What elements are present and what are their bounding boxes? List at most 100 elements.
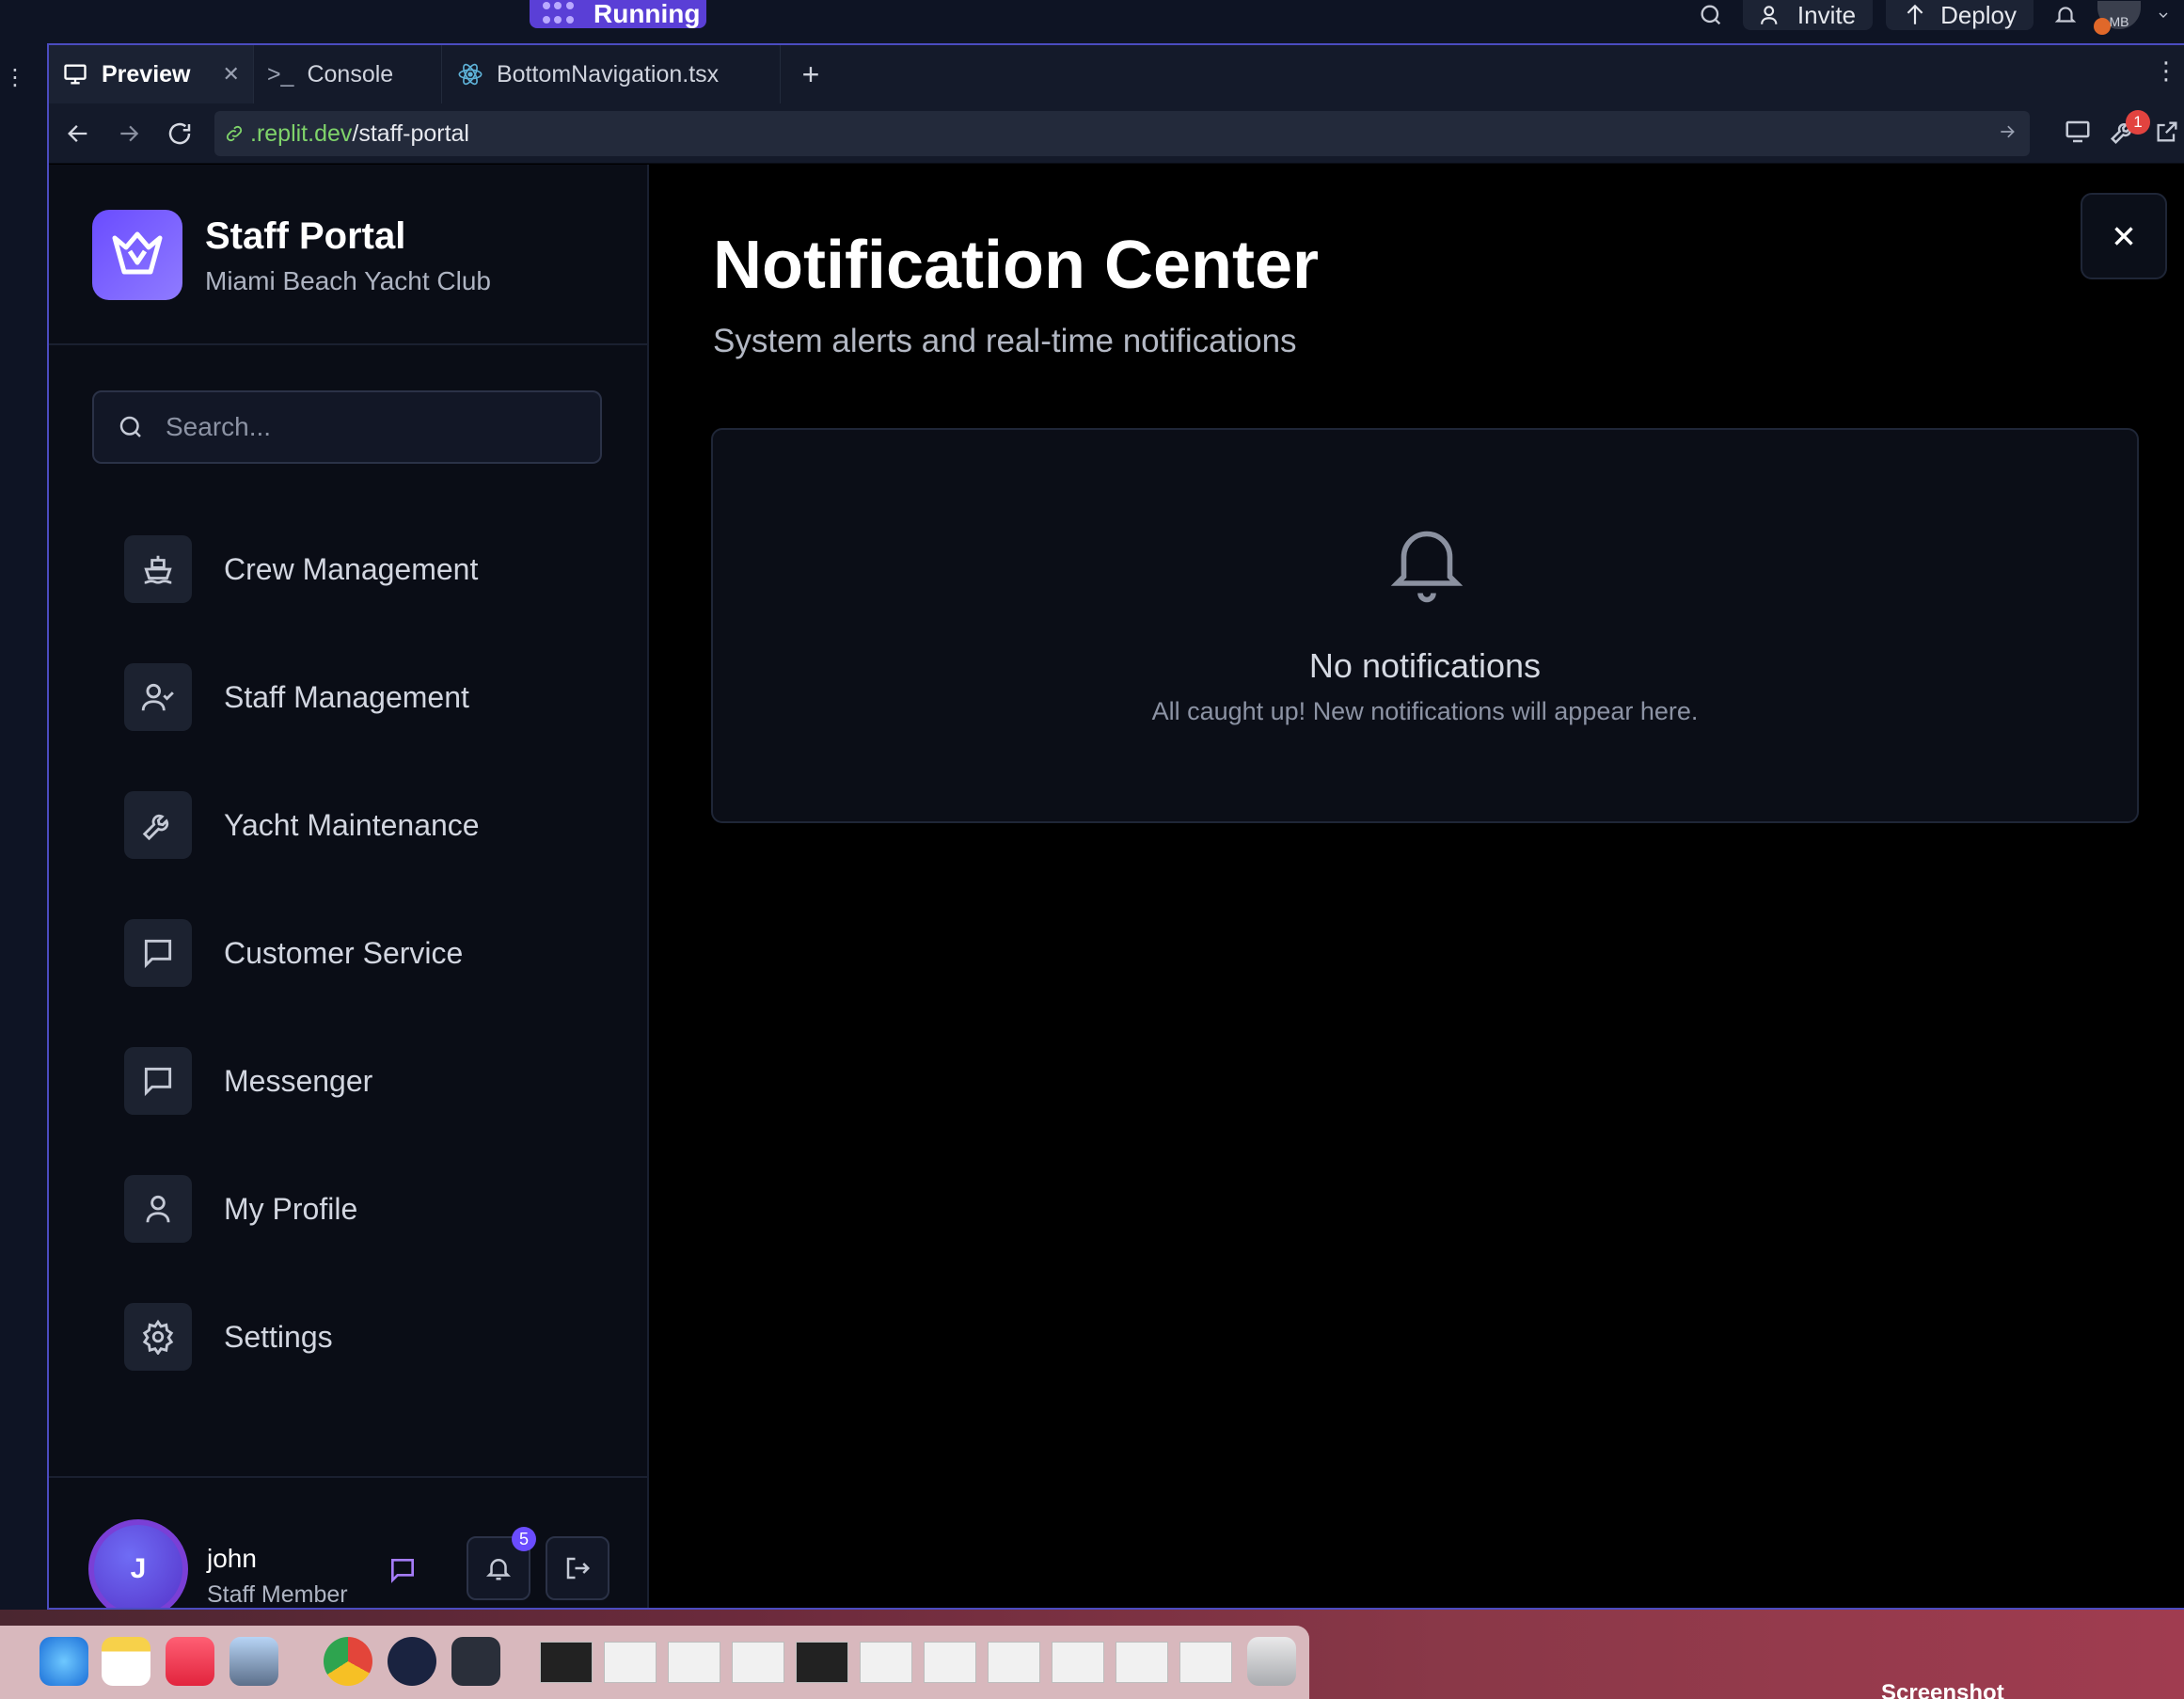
tab-console[interactable]: >_ Console	[254, 45, 442, 103]
music-icon[interactable]	[166, 1637, 214, 1686]
sidebar-item-crew-management[interactable]: Crew Management	[49, 505, 647, 633]
run-button[interactable]: Running	[530, 0, 706, 28]
logo	[92, 210, 182, 300]
react-icon	[458, 63, 483, 86]
chevron-down-icon[interactable]	[2154, 0, 2173, 30]
message-square-icon	[124, 919, 192, 987]
sidebar-item-label: Crew Management	[224, 551, 479, 586]
user-plus-icon	[1760, 6, 1778, 24]
search-input[interactable]: Search...	[92, 390, 602, 464]
reload-icon[interactable]	[154, 103, 205, 164]
window-thumbnail[interactable]	[1116, 1642, 1168, 1683]
kebab-icon[interactable]: ⋮	[4, 64, 26, 91]
nav-list: Crew Management Staff Management Yacht M…	[49, 505, 647, 1401]
sidebar-item-label: Settings	[224, 1319, 333, 1354]
chrome-icon[interactable]	[324, 1637, 372, 1686]
quicktime-icon[interactable]	[451, 1637, 500, 1686]
preview-app-icon[interactable]	[229, 1637, 278, 1686]
tab-bottomnavigation[interactable]: BottomNavigation.tsx	[442, 45, 781, 103]
devtools-badge: 1	[2126, 109, 2150, 135]
brand-subtitle: Miami Beach Yacht Club	[205, 266, 491, 295]
user-role: Staff Member	[207, 1581, 348, 1608]
sidebar-item-my-profile[interactable]: My Profile	[49, 1145, 647, 1273]
wrench-icon	[124, 791, 192, 859]
url-bar: .replit.dev/staff-portal 1	[49, 103, 2184, 164]
tab-label: Preview	[102, 60, 191, 87]
invite-label: Invite	[1796, 0, 1857, 29]
page-subtitle: System alerts and real-time notification…	[713, 323, 1297, 359]
user-check-icon	[124, 663, 192, 731]
window-thumbnail[interactable]	[540, 1642, 593, 1683]
top-right-actions: Invite Deploy MB	[1692, 0, 2184, 35]
window-thumbnail[interactable]	[796, 1642, 848, 1683]
preview-pane: Preview ✕ >_ Console BottomNavigation.ts…	[47, 43, 2184, 1610]
empty-state-card: No notifications All caught up! New noti…	[711, 428, 2139, 823]
left-rail: ⋮	[0, 41, 47, 1622]
window-thumbnail[interactable]	[732, 1642, 784, 1683]
top-bar: Running Invite Deploy MB	[0, 0, 2184, 41]
app-icon[interactable]	[388, 1637, 436, 1686]
empty-state-title: No notifications	[1308, 646, 1542, 685]
logout-button[interactable]	[546, 1536, 609, 1600]
ship-icon	[124, 535, 192, 603]
close-icon	[2114, 227, 2133, 246]
tab-label: BottomNavigation.tsx	[496, 60, 720, 87]
kebab-icon[interactable]: ⋮	[2154, 56, 2178, 86]
trash-icon[interactable]	[1247, 1637, 1296, 1686]
sidebar-item-customer-service[interactable]: Customer Service	[49, 889, 647, 1017]
terminal-icon: >_	[266, 60, 294, 87]
deploy-icon	[1907, 4, 1923, 24]
new-tab-button[interactable]: +	[781, 45, 841, 103]
go-icon[interactable]	[1998, 120, 2017, 148]
monitor-icon	[64, 64, 87, 85]
search-icon[interactable]	[1692, 0, 1730, 30]
brand-header: Staff Portal Miami Beach Yacht Club	[49, 165, 647, 345]
desktop-file-label[interactable]: Screenshot	[1881, 1680, 2004, 1699]
page-title: Notification Center	[713, 228, 1320, 303]
sidebar-item-label: Staff Management	[224, 679, 469, 714]
safari-icon[interactable]	[40, 1637, 88, 1686]
forward-icon[interactable]	[103, 103, 154, 164]
back-icon[interactable]	[53, 103, 103, 164]
run-label: Running	[593, 0, 701, 28]
devtools-icon[interactable]: 1	[2109, 109, 2150, 151]
avatar[interactable]: J	[88, 1519, 188, 1608]
tab-preview[interactable]: Preview ✕	[49, 45, 254, 103]
address-field[interactable]: .replit.dev/staff-portal	[214, 111, 2030, 156]
window-thumbnail[interactable]	[1052, 1642, 1104, 1683]
bell-icon	[485, 1559, 512, 1580]
url-domain: .replit.dev	[250, 119, 353, 147]
sidebar: Staff Portal Miami Beach Yacht Club Sear…	[49, 165, 649, 1608]
url-path: /staff-portal	[352, 119, 469, 147]
main-content: Notification Center System alerts and re…	[649, 165, 2184, 1608]
account-avatar[interactable]: MB	[2094, 1, 2141, 35]
tab-label: Console	[307, 60, 394, 87]
search-icon	[119, 416, 141, 437]
bell-icon[interactable]	[2047, 0, 2084, 30]
sidebar-item-staff-management[interactable]: Staff Management	[49, 633, 647, 761]
notes-icon[interactable]	[102, 1637, 150, 1686]
message-icon[interactable]	[388, 1555, 418, 1590]
sidebar-item-yacht-maintenance[interactable]: Yacht Maintenance	[49, 761, 647, 889]
staff-portal-app: Staff Portal Miami Beach Yacht Club Sear…	[49, 165, 2184, 1608]
window-thumbnail[interactable]	[668, 1642, 720, 1683]
notifications-button[interactable]: 5	[467, 1527, 536, 1600]
device-icon[interactable]	[2064, 118, 2092, 151]
window-thumbnail[interactable]	[604, 1642, 657, 1683]
sidebar-item-messenger[interactable]: Messenger	[49, 1017, 647, 1145]
sidebar-item-label: My Profile	[224, 1191, 358, 1226]
bell-icon	[1387, 520, 1466, 611]
search-placeholder: Search...	[166, 412, 272, 441]
external-link-icon[interactable]	[2154, 119, 2180, 150]
invite-button[interactable]: Invite	[1742, 0, 1874, 30]
sidebar-item-settings[interactable]: Settings	[49, 1273, 647, 1401]
close-button[interactable]	[2081, 193, 2167, 279]
close-tab-icon[interactable]: ✕	[223, 62, 240, 87]
link-icon	[226, 125, 243, 142]
deploy-button[interactable]: Deploy	[1886, 0, 2034, 30]
tab-bar: Preview ✕ >_ Console BottomNavigation.ts…	[49, 45, 2184, 103]
window-thumbnail[interactable]	[988, 1642, 1040, 1683]
window-thumbnail[interactable]	[924, 1642, 976, 1683]
window-thumbnail[interactable]	[1179, 1642, 1232, 1683]
window-thumbnail[interactable]	[860, 1642, 912, 1683]
